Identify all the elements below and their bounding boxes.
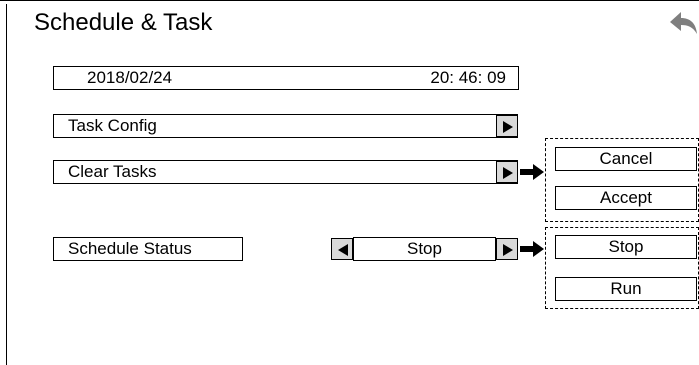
back-arrow-icon[interactable]: [668, 10, 698, 38]
play-left-icon: [338, 244, 348, 256]
play-right-icon: [503, 244, 513, 256]
datetime-display: 2018/02/24 20: 46: 09: [53, 66, 519, 90]
schedule-status-prev-button[interactable]: [331, 238, 353, 260]
clear-tasks-label: Clear Tasks: [68, 162, 157, 181]
time-value: 20: 46: 09: [430, 68, 506, 87]
clear-tasks-item[interactable]: Clear Tasks: [53, 160, 518, 184]
schedule-status-pointer-arrow-icon: [520, 241, 544, 257]
play-right-icon: [503, 121, 513, 133]
stop-option-button[interactable]: Stop: [555, 235, 697, 259]
accept-button[interactable]: Accept: [555, 186, 697, 210]
frame-left-border: [6, 4, 7, 365]
task-config-item[interactable]: Task Config: [53, 114, 518, 138]
task-config-label: Task Config: [68, 116, 157, 135]
task-config-arrow-button[interactable]: [496, 115, 518, 137]
frame-top-border: [0, 0, 699, 1]
date-value: 2018/02/24: [87, 68, 173, 87]
schedule-status-label-box: Schedule Status: [53, 237, 243, 261]
schedule-status-label: Schedule Status: [68, 239, 192, 258]
run-option-button[interactable]: Run: [555, 277, 697, 301]
page-title: Schedule & Task: [34, 9, 213, 36]
schedule-status-next-button[interactable]: [496, 238, 518, 260]
play-right-icon: [503, 167, 513, 179]
cancel-button[interactable]: Cancel: [555, 147, 697, 171]
clear-tasks-arrow-button[interactable]: [496, 161, 518, 183]
schedule-status-value: Stop: [353, 237, 496, 261]
clear-tasks-pointer-arrow-icon: [520, 164, 544, 180]
